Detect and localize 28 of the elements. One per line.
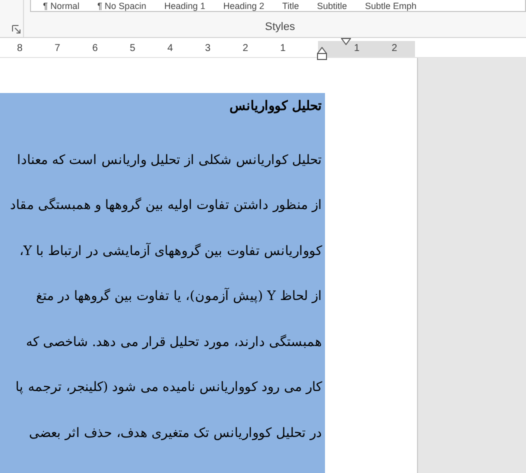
ruler-number: 8 xyxy=(16,42,24,56)
document-line: در تحلیل کوواریانس تک متغیری هدف، حذف اثر بعضی xyxy=(28,424,322,442)
document-line: تحلیل کوواریانس xyxy=(228,98,322,116)
ruler-number: 6 xyxy=(91,42,99,56)
ruler-number: 2 xyxy=(392,42,398,56)
document-line: کوواریانس تفاوت بین گروههای آزمایشی در ارتباط با Y، xyxy=(18,242,322,260)
style-item[interactable]: Heading 2 xyxy=(223,1,264,11)
ruler-number: 2 xyxy=(242,42,250,56)
style-item[interactable]: Subtitle xyxy=(316,1,347,11)
document-line: تحلیل کواریانس شکلی از تحلیل واریانس است که معنادا xyxy=(16,152,322,170)
ruler-number: 3 xyxy=(204,42,212,56)
style-item[interactable]: Subtle Emph xyxy=(365,1,417,11)
ruler-number: 5 xyxy=(128,42,136,56)
document-line: کار می رود کوواریانس نامیده می شود (کلینجر، ترجمه پا xyxy=(14,379,322,397)
ruler-number: 1 xyxy=(354,42,360,56)
style-item[interactable]: Heading 1 xyxy=(164,1,206,11)
ruler-number: 7 xyxy=(54,42,62,56)
document-line: همبستگی دارند، مورد تحلیل قرار می دهد. شاخصی که xyxy=(24,334,322,352)
dialog-launcher-icon[interactable] xyxy=(12,25,21,34)
ruler-number: 4 xyxy=(166,42,174,56)
ruler-number: 1 xyxy=(279,42,287,56)
group-label: Styles xyxy=(265,20,295,32)
style-item[interactable]: Title xyxy=(282,1,299,11)
style-item[interactable]: ¶ No Spacin xyxy=(97,1,146,11)
document-line: از لحاظ Y (پیش آزمون)، یا تفاوت بین گروهها در متغ xyxy=(34,287,322,306)
indent-marker-icon[interactable] xyxy=(317,47,327,60)
style-item[interactable]: ¶ Normal xyxy=(43,1,80,11)
document-line: از منظور داشتن تفاوت اولیه بین گروهها و همبستگی مقاد xyxy=(8,196,322,215)
